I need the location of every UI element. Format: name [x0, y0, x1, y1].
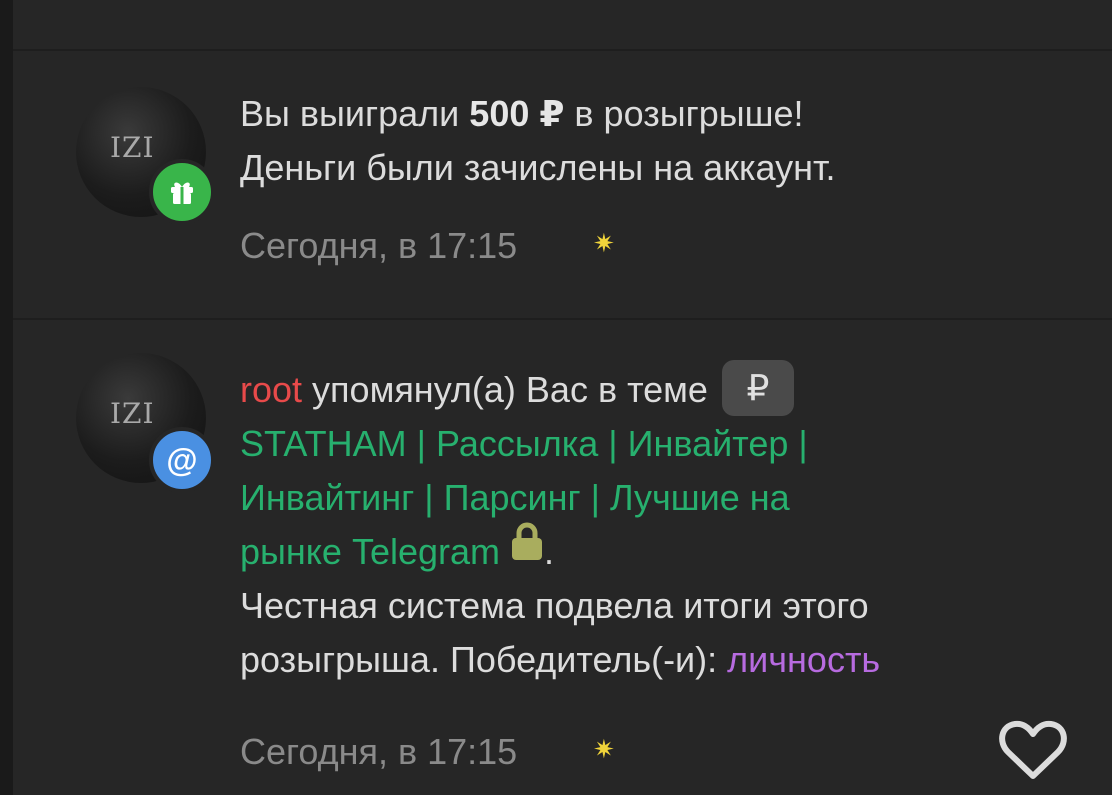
- thread-link-line-2[interactable]: Инвайтинг | Парсинг | Лучшие на: [240, 471, 880, 525]
- message-line-2: Деньги были зачислены на аккаунт.: [240, 147, 836, 188]
- prize-amount: 500 ₽: [469, 93, 565, 134]
- notification-message: root упомянул(а) Вас в теме ₽ STATHAM | Р…: [240, 360, 881, 687]
- message-line-1: root упомянул(а) Вас в теме ₽: [240, 360, 880, 417]
- notification-time: Сегодня, в 17:15: [240, 225, 518, 266]
- sparkle-icon: ✷: [593, 228, 615, 258]
- avatar-logo-mark: IZI: [110, 397, 155, 430]
- message-line-1: Вы выиграли 500 ₽ в розыгрыше!: [240, 93, 804, 134]
- left-strip: [0, 0, 13, 795]
- sparkle-icon: ✷: [593, 734, 615, 764]
- at-icon: @: [149, 427, 215, 493]
- thread-link-end[interactable]: рынке Telegram: [240, 531, 500, 572]
- divider: [13, 318, 1112, 320]
- heart-icon[interactable]: [998, 718, 1068, 787]
- body-line-1: Честная система подвела итоги этого: [240, 585, 869, 626]
- avatar-logo-mark: IZI: [110, 131, 155, 164]
- winner-link[interactable]: личность: [727, 639, 880, 680]
- username-link[interactable]: root: [240, 369, 302, 410]
- thread-link-line-3: рынке Telegram.: [240, 522, 880, 579]
- gift-icon: [149, 159, 215, 225]
- thread-link-line-1[interactable]: STATHAM | Рассылка | Инвайтер |: [240, 417, 880, 471]
- lock-icon: [510, 522, 544, 577]
- divider: [13, 49, 1112, 51]
- notification-time: Сегодня, в 17:15: [240, 731, 518, 772]
- body-line-2: розыгрыша. Победитель(-и): личность: [240, 639, 881, 680]
- thread-prefix-tag: ₽: [721, 360, 794, 417]
- notification-message: Вы выиграли 500 ₽ в розыгрыше! Деньги бы…: [240, 87, 836, 195]
